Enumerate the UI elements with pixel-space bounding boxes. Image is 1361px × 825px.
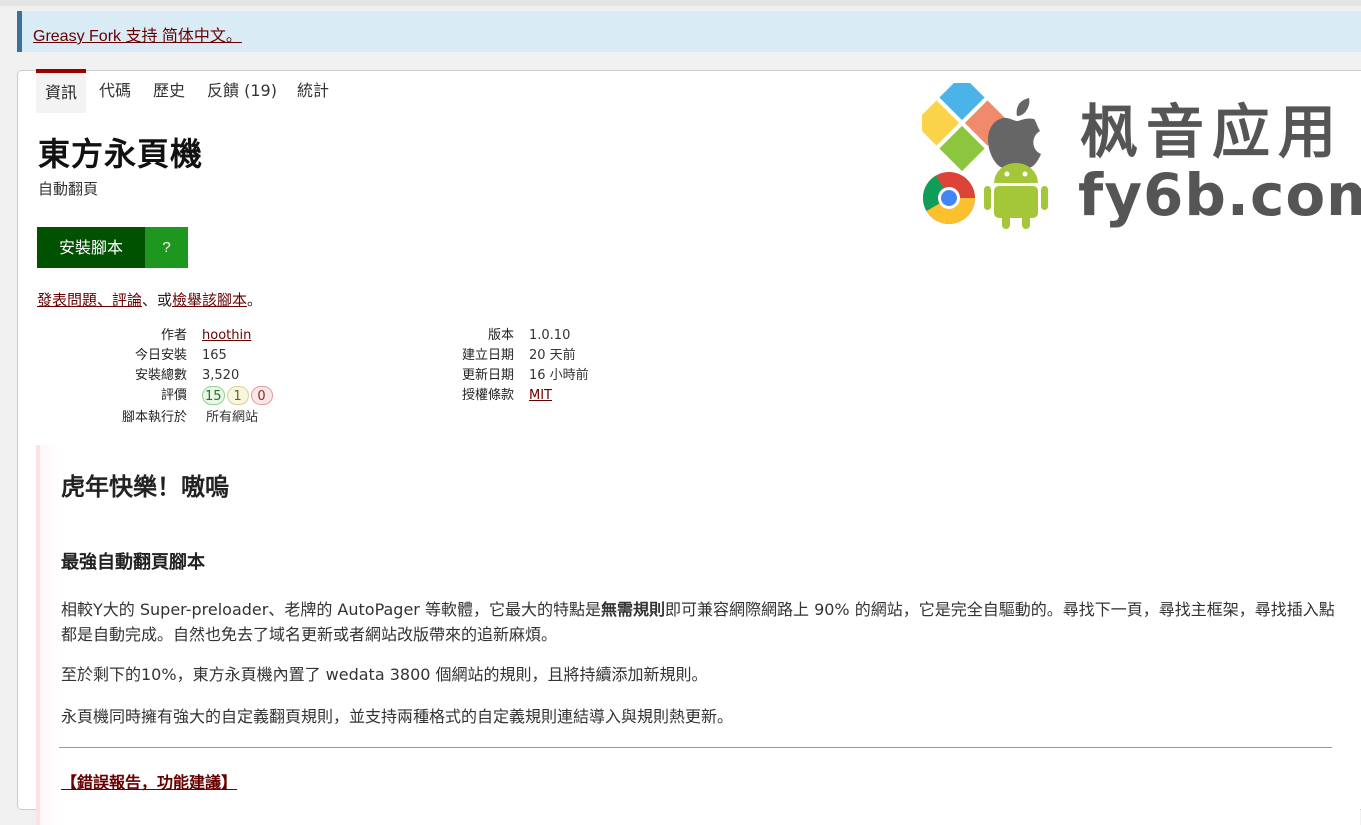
post-feedback-link[interactable]: 發表問題、評論	[37, 291, 142, 309]
meta-updated-value: 16 小時前	[529, 368, 589, 383]
rating-bad-badge: 0	[250, 386, 273, 405]
meta-applies-row: 腳本執行於 所有網站	[36, 408, 336, 428]
meta-rating-label: 評價	[160, 388, 187, 403]
apple-logo-icon	[988, 98, 1041, 168]
install-button[interactable]: 安裝腳本	[37, 227, 145, 268]
rating-good-badge: 15	[202, 386, 225, 405]
bug-report-link[interactable]: 【錯誤報告，功能建議】	[61, 769, 237, 793]
meta-today-row: 今日安裝 165	[36, 346, 336, 366]
language-notice: Greasy Fork 支持 简体中文。	[17, 11, 1361, 52]
tab-code[interactable]: 代碼	[90, 69, 140, 113]
description-paragraph-3: 永頁機同時擁有強大的自定義翻頁規則，並支持兩種格式的自定義規則連結導入與規則熱更…	[61, 707, 734, 726]
description-divider	[59, 747, 1332, 748]
meta-total-label: 安裝總數	[134, 368, 187, 383]
meta-today-label: 今日安裝	[134, 348, 187, 363]
watermark-line2: fy6b.com	[1078, 161, 1361, 229]
tab-feedback[interactable]: 反饋 (19)	[198, 69, 286, 113]
meta-created-row: 建立日期 20 天前	[438, 346, 738, 366]
meta-license-label: 授權條款	[461, 388, 514, 403]
meta-version-value: 1.0.10	[529, 328, 571, 343]
no-rules-emphasis: 無需規則	[600, 600, 665, 619]
meta-rating-row: 評價 15 1 0	[36, 386, 336, 406]
report-script-link[interactable]: 檢舉該腳本	[172, 291, 247, 309]
watermark: 枫音应用 fy6b.com	[913, 74, 1361, 233]
meta-total-row: 安裝總數 3,520	[36, 366, 336, 386]
description-heading: 虎年快樂！嗷嗚	[61, 473, 229, 501]
feedback-line: 發表問題、評論、或檢舉該腳本。	[37, 289, 262, 310]
meta-updated-label: 更新日期	[461, 368, 514, 383]
meta-version-row: 版本 1.0.10	[438, 326, 738, 346]
meta-today-value: 165	[202, 348, 227, 363]
script-description: 虎年快樂！嗷嗚 最強自動翻頁腳本 相較Y大的 Super-preloader、老…	[36, 445, 1360, 825]
install-help-button[interactable]: ?	[145, 227, 188, 268]
watermark-line1: 枫音应用	[1080, 98, 1345, 166]
top-strip	[0, 0, 1361, 6]
description-subheading: 最強自動翻頁腳本	[61, 552, 205, 573]
description-paragraph-1: 相較Y大的 Super-preloader、老牌的 AutoPager 等軟體，…	[61, 600, 1335, 644]
language-notice-link[interactable]: Greasy Fork 支持 简体中文。	[33, 22, 242, 46]
meta-left: 作者 hoothin 今日安裝 165 安裝總數 3,520 評價 15 1 0 腳…	[36, 326, 336, 428]
script-title: 東方永頁機	[38, 135, 204, 173]
tab-history[interactable]: 歷史	[144, 69, 194, 113]
rating-pills: 15 1 0	[202, 386, 275, 407]
description-paragraph-2: 至於剩下的10%，東方永頁機內置了 wedata 3800 個網站的規則，且將持…	[61, 665, 708, 684]
meta-created-value: 20 天前	[529, 348, 576, 363]
rating-ok-badge: 1	[226, 386, 249, 405]
meta-license-row: 授權條款 MIT	[438, 386, 738, 406]
meta-version-label: 版本	[487, 328, 514, 343]
meta-total-value: 3,520	[202, 368, 240, 383]
meta-created-label: 建立日期	[461, 348, 514, 363]
meta-right: 版本 1.0.10 建立日期 20 天前 更新日期 16 小時前 授權條款 MI…	[438, 326, 738, 406]
meta-author-label: 作者	[160, 328, 187, 343]
chrome-logo-icon	[923, 172, 975, 224]
license-link[interactable]: MIT	[529, 388, 552, 403]
meta-author-row: 作者 hoothin	[36, 326, 336, 346]
feedback-end: 。	[247, 291, 263, 309]
meta-applies-label: 腳本執行於	[121, 410, 187, 425]
meta-applies-value: 所有網站	[206, 410, 259, 425]
android-logo-icon	[984, 163, 1048, 229]
tab-stats[interactable]: 統計	[288, 69, 338, 113]
feedback-separator: 、或	[142, 291, 173, 309]
meta-updated-row: 更新日期 16 小時前	[438, 366, 738, 386]
tab-info[interactable]: 資訊	[36, 69, 87, 113]
script-subtitle: 自動翻頁	[38, 180, 99, 198]
author-link[interactable]: hoothin	[202, 328, 251, 343]
